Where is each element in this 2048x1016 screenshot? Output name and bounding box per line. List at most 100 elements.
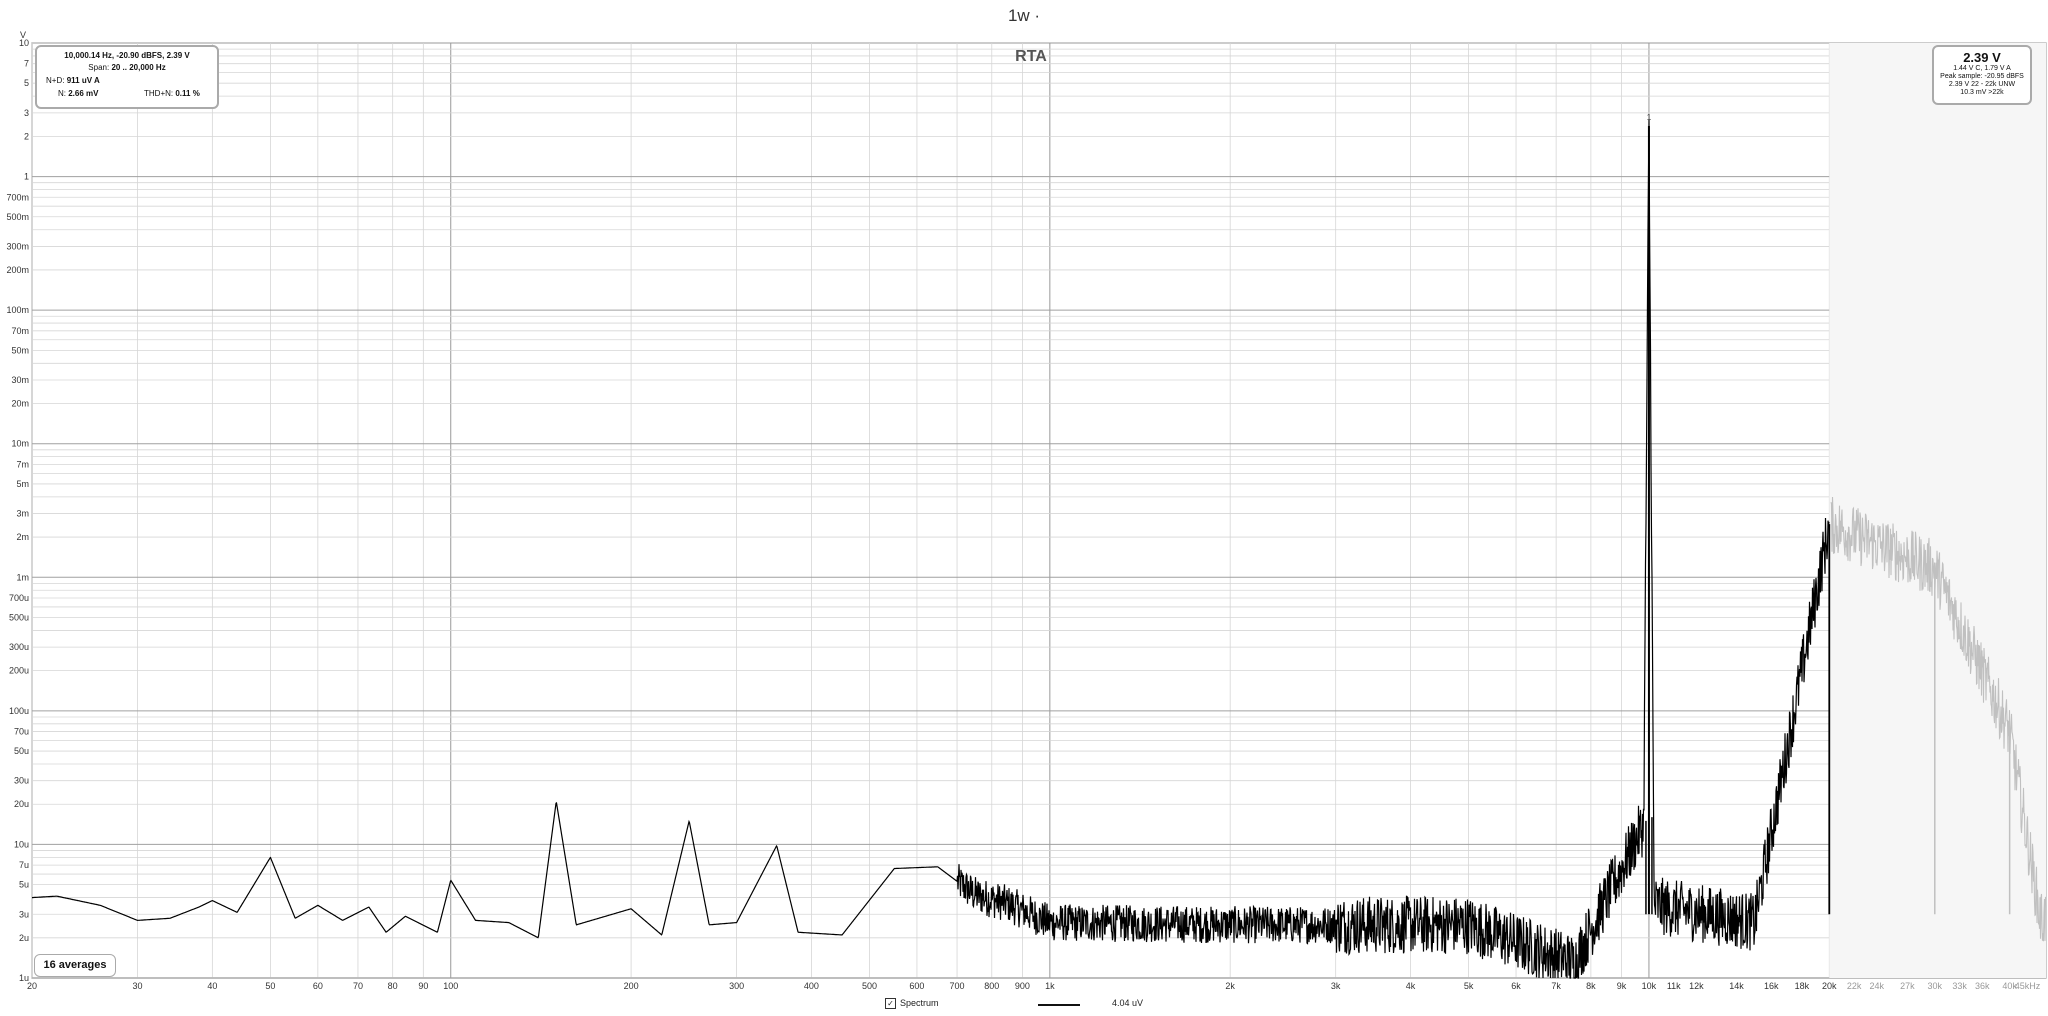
chart-title: RTA [1015,48,1047,65]
x-tick-label: 80 [388,981,398,991]
span-value: 20 .. 20,000 Hz [111,63,166,72]
nd-label: N+D: [46,76,65,85]
y-tick-label: 500m [6,212,29,222]
level-readout-box[interactable]: 2.39 V 1.44 V C, 1.79 V A Peak sample: -… [1932,45,2032,105]
y-tick-label: 20m [11,399,29,409]
x-tick-label: 16k [1764,981,1779,991]
thdn-label: THD+N: [144,89,174,98]
x-tick-label: 30k [1928,981,1943,991]
y-tick-label: 300u [9,642,29,652]
x-tick-label: 4k [1406,981,1416,991]
y-tick-label: 2m [16,532,29,542]
x-tick-label: 600 [909,981,924,991]
plot-frame [31,42,2047,979]
x-tick-label: 400 [804,981,819,991]
x-tick-label: 30 [132,981,142,991]
x-tick-label: 60 [313,981,323,991]
y-tick-label: 5u [19,880,29,890]
grid [31,42,2047,979]
y-tick-label: 2 [24,131,29,141]
x-tick-label: 5k [1464,981,1474,991]
x-tick-label: 2k [1225,981,1235,991]
y-tick-label: 700u [9,593,29,603]
y-tick-label: 70m [11,326,29,336]
x-axis-labels: 20 30 40 50 60 70 80 90 100 200 300 400 500 600 700 800… [27,981,2041,991]
x-tick-label: 50 [265,981,275,991]
x-tick-label: 900 [1015,981,1030,991]
x-tick-label: 1k [1045,981,1055,991]
level-line-2: Peak sample: -20.95 dBFS [1940,73,2024,80]
y-tick-label: 100u [9,706,29,716]
level-line-3: 2.39 V 22 - 22k UNW [1948,81,2016,88]
y-tick-label: 50u [14,746,29,756]
y-tick-label: 200u [9,666,29,676]
y-tick-label: 2u [19,933,29,943]
out-of-band-area [1829,43,2046,978]
x-tick-label: 10k [1642,981,1657,991]
x-tick-label: 70 [353,981,363,991]
peak-marker: 1 [1647,113,1652,122]
y-tick-label: 10u [14,839,29,849]
y-tick-label: 1 [24,172,29,182]
nd-value: 911 uV A [66,76,100,85]
out-of-band-shade [1829,43,2046,978]
x-tick-label: 500 [862,981,877,991]
y-axis-labels: 1075321700m500m300m200m100m70m50m30m20m1… [6,38,29,983]
x-tick-label: 11k [1667,981,1681,991]
n-label: N: [58,89,66,98]
y-tick-label: 700m [6,192,29,202]
x-tick-label: 20 [27,981,37,991]
y-tick-label: 10m [11,439,29,449]
x-tick-label: 24k [1869,981,1884,991]
x-tick-label: 200 [624,981,639,991]
legend-spectrum[interactable]: ✓ Spectrum [885,998,939,1010]
spectrum-checkbox[interactable]: ✓ [885,998,896,1010]
x-tick-label: 700 [950,981,965,991]
y-unit-label: V [20,30,26,40]
y-tick-label: 7u [19,860,29,870]
x-tick-label: 45kHz [2015,981,2041,991]
y-tick-label: 3m [16,509,29,519]
thdn-value: 0.11 % [175,89,200,98]
x-tick-label: 800 [984,981,999,991]
x-tick-label: 14k [1729,981,1744,991]
level-line-1: 1.44 V C, 1.79 V A [1953,65,2011,72]
y-tick-label: 3 [24,108,29,118]
x-tick-label: 27k [1900,981,1915,991]
legend-line-swatch [1038,1004,1080,1006]
x-tick-label: 12k [1689,981,1704,991]
y-tick-label: 50m [11,345,29,355]
n-value: 2.66 mV [68,89,99,98]
rta-chart[interactable]: 1075321700m500m300m200m100m70m50m30m20m1… [0,0,2048,1016]
y-tick-label: 3u [19,909,29,919]
x-tick-label: 22k [1847,981,1862,991]
y-tick-label: 30m [11,375,29,385]
y-tick-label: 500u [9,612,29,622]
y-tick-label: 70u [14,727,29,737]
measurement-info-box[interactable]: 10,000.14 Hz, -20.90 dBFS, 2.39 V Span: … [35,45,219,109]
info-frequency-level: 10,000.14 Hz, -20.90 dBFS, 2.39 V [64,51,190,60]
y-tick-label: 100m [6,305,29,315]
y-tick-label: 7 [24,59,29,69]
y-tick-label: 5m [16,479,29,489]
y-tick-label: 300m [6,241,29,251]
x-tick-label: 7k [1551,981,1561,991]
x-tick-label: 300 [729,981,744,991]
x-tick-label: 40 [207,981,217,991]
x-tick-label: 8k [1586,981,1596,991]
level-main: 2.39 V [1963,50,2001,65]
legend-spectrum-label: Spectrum [900,998,939,1008]
legend-value: 4.04 uV [1112,998,1144,1008]
y-tick-label: 20u [14,799,29,809]
y-tick-label: 5 [24,78,29,88]
averages-badge[interactable]: 16 averages [34,954,116,977]
x-tick-label: 90 [418,981,428,991]
x-tick-label: 100 [443,981,458,991]
y-tick-label: 7m [16,459,29,469]
x-tick-label: 3k [1331,981,1341,991]
span-label: Span: [88,63,110,72]
x-tick-label: 33k [1952,981,1967,991]
y-tick-label: 30u [14,776,29,786]
x-tick-label: 6k [1511,981,1521,991]
x-tick-label: 36k [1975,981,1990,991]
